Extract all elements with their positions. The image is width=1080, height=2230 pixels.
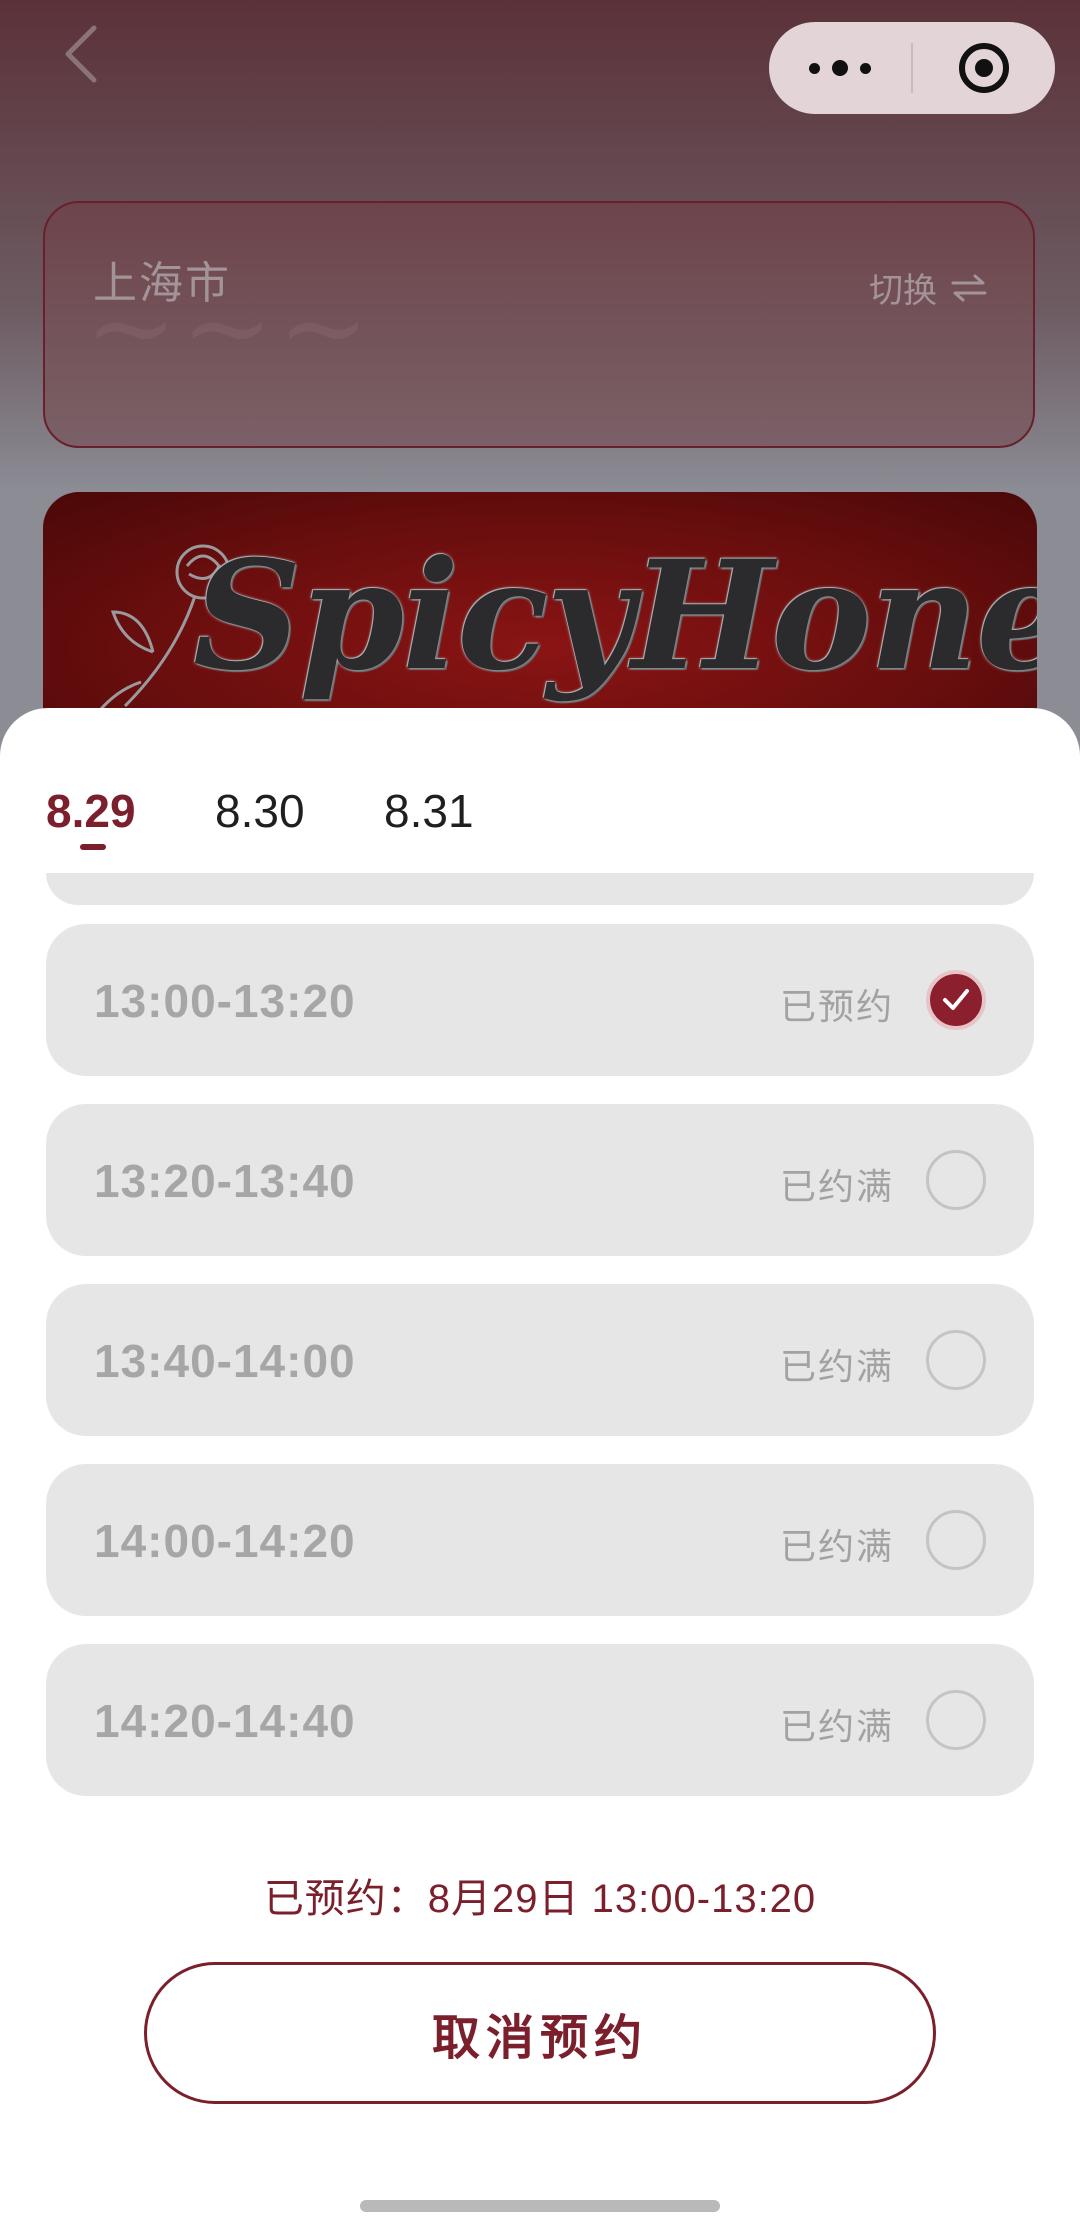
more-button[interactable] [769,22,911,114]
tab-date-829[interactable]: 8.29 [46,784,136,838]
home-indicator [360,2200,720,2212]
city-name: 上海市 [93,259,231,308]
slot-time: 14:00-14:20 [94,1515,356,1567]
swap-arrows-icon [951,274,987,301]
slot-time: 13:20-13:40 [94,1155,356,1207]
slot-time: 13:40-14:00 [94,1335,356,1387]
tab-date-830[interactable]: 8.30 [215,784,305,838]
time-slot-row[interactable]: 13:00-13:20 已预约 [46,924,1034,1076]
partially-hidden-slot [46,873,1034,905]
slot-status: 已约满 [779,1166,894,1207]
slot-status: 已约满 [779,1346,894,1387]
date-tabs: 8.29 8.30 8.31 [0,784,1080,864]
switch-city-button[interactable]: 切换 [869,263,987,312]
tab-date-831[interactable]: 8.31 [384,784,474,838]
slot-time: 13:00-13:20 [94,975,356,1027]
slot-radio-checked[interactable] [926,970,986,1030]
time-slot-row[interactable]: 14:00-14:20 已约满 [46,1464,1034,1616]
slot-status: 已预约 [779,986,894,1027]
time-slot-row[interactable]: 13:40-14:00 已约满 [46,1284,1034,1436]
banner-title: SpicyHoney [193,528,1037,704]
slot-radio[interactable] [926,1150,986,1210]
slot-radio[interactable] [926,1510,986,1570]
active-tab-indicator [80,844,106,850]
slot-status: 已约满 [779,1706,894,1747]
mini-program-capsule [769,22,1055,114]
time-slot-row[interactable]: 14:20-14:40 已约满 [46,1644,1034,1796]
cancel-booking-button[interactable]: 取消预约 [144,1962,936,2104]
slot-radio[interactable] [926,1690,986,1750]
time-slot-sheet: 8.29 8.30 8.31 13:00-13:20 已预约 13:20-13:… [0,708,1080,2230]
chevron-left-icon [65,25,97,83]
back-button[interactable] [52,22,112,86]
switch-label: 切换 [869,272,937,310]
slot-status: 已约满 [779,1526,894,1567]
close-mini-program-button[interactable] [913,22,1055,114]
slot-radio[interactable] [926,1330,986,1390]
checkmark-icon [943,989,969,1010]
booked-summary: 已预约：8月29日 13:00-13:20 [263,1877,817,1921]
target-icon [959,43,1009,93]
slot-time: 14:20-14:40 [94,1695,356,1747]
city-card: ~~~ 上海市 切换 [43,201,1035,448]
time-slot-row[interactable]: 13:20-13:40 已约满 [46,1104,1034,1256]
more-dots-icon [809,62,820,74]
